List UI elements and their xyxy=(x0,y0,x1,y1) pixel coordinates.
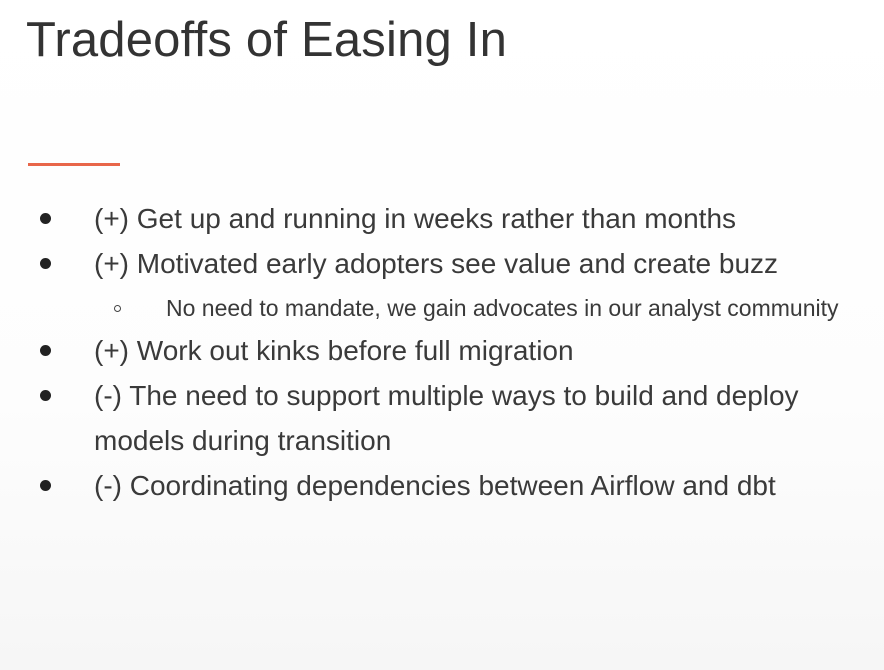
bullet-item: (+) Work out kinks before full migration xyxy=(0,328,884,373)
bullet-text: (-) The need to support multiple ways to… xyxy=(94,380,799,456)
bullet-item: (+) Motivated early adopters see value a… xyxy=(0,241,884,286)
bullet-item: (+) Get up and running in weeks rather t… xyxy=(0,196,884,241)
bullet-item: (-) Coordinating dependencies between Ai… xyxy=(0,463,884,508)
title-accent-line xyxy=(28,163,120,166)
slide-title: Tradeoffs of Easing In xyxy=(26,13,508,67)
bullet-text: (-) Coordinating dependencies between Ai… xyxy=(94,470,776,501)
bullet-dot-icon xyxy=(40,390,51,401)
bullet-list: (+) Get up and running in weeks rather t… xyxy=(0,196,884,508)
bullet-text: (+) Motivated early adopters see value a… xyxy=(94,248,779,279)
bullet-text: (+) Work out kinks before full migration xyxy=(94,335,574,366)
slide: Tradeoffs of Easing In (+) Get up and ru… xyxy=(0,0,884,670)
bullet-dot-icon xyxy=(40,213,51,224)
bullet-dot-icon xyxy=(40,345,51,356)
bullet-text: (+) Get up and running in weeks rather t… xyxy=(94,203,737,234)
bullet-dot-icon xyxy=(40,480,51,491)
sub-bullet-text: No need to mandate, we gain advocates in… xyxy=(166,295,839,321)
sub-bullet-circle-icon xyxy=(114,305,121,312)
bullet-dot-icon xyxy=(40,258,51,269)
sub-bullet-item: No need to mandate, we gain advocates in… xyxy=(0,288,884,328)
bullet-item: (-) The need to support multiple ways to… xyxy=(0,373,884,463)
